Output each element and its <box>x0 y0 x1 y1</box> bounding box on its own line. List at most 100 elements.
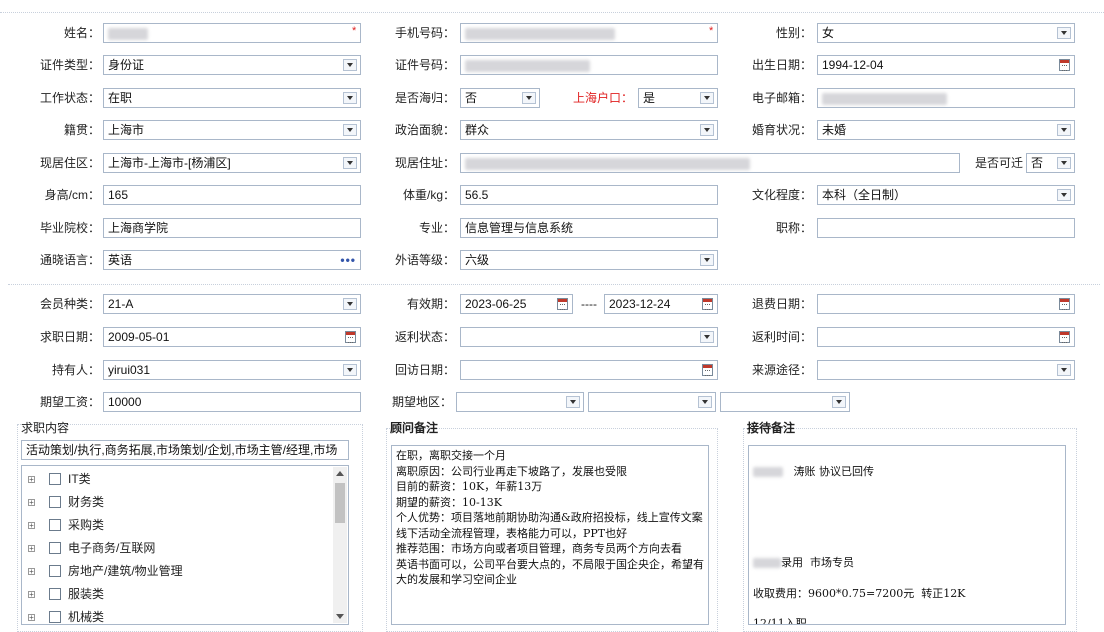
id-type-select[interactable]: 身份证 <box>103 55 361 75</box>
chevron-down-icon[interactable] <box>1057 364 1071 376</box>
calendar-icon[interactable] <box>702 364 713 376</box>
hukou-select[interactable]: 是 <box>638 88 718 108</box>
chevron-down-icon[interactable] <box>700 124 714 136</box>
calendar-icon[interactable] <box>1059 59 1070 71</box>
language-field[interactable]: 英语 ••• <box>103 250 361 270</box>
visit-date-field[interactable] <box>460 360 718 380</box>
expand-icon[interactable]: + <box>28 614 35 622</box>
political-select[interactable]: 群众 <box>460 120 718 140</box>
job-category-tree[interactable]: + IT类 + 财务类 + 采购类 + 电子商务/互联网 + 房地产/建筑/物业管理 + 服… <box>21 465 349 625</box>
phone-field[interactable] <box>460 23 718 43</box>
chevron-down-icon[interactable] <box>343 59 357 71</box>
calendar-icon[interactable] <box>702 298 713 310</box>
work-status-select[interactable]: 在职 <box>103 88 361 108</box>
marital-select[interactable]: 未婚 <box>817 120 1075 140</box>
expand-icon[interactable]: + <box>28 522 35 530</box>
scroll-up-icon[interactable] <box>336 471 344 476</box>
tree-item[interactable]: + 采购类 <box>22 514 348 537</box>
source-select[interactable] <box>817 360 1075 380</box>
checkbox[interactable] <box>49 588 61 600</box>
job-date-field[interactable]: 2009-05-01 <box>103 327 361 347</box>
major-field[interactable]: 信息管理与信息系统 <box>460 218 718 238</box>
school-field[interactable]: 上海商学院 <box>103 218 361 238</box>
region-province-select[interactable] <box>456 392 584 412</box>
tree-item[interactable]: + 财务类 <box>22 491 348 514</box>
holder-value: yirui031 <box>108 363 151 377</box>
returnee-select[interactable]: 否 <box>460 88 540 108</box>
language-level-select[interactable]: 六级 <box>460 250 718 270</box>
id-number-field[interactable] <box>460 55 718 75</box>
top-divider <box>0 12 1104 13</box>
chevron-down-icon[interactable] <box>700 254 714 266</box>
checkbox[interactable] <box>49 496 61 508</box>
expand-icon[interactable]: + <box>28 568 35 576</box>
checkbox[interactable] <box>49 542 61 554</box>
chevron-down-icon[interactable] <box>343 92 357 104</box>
reception-line-4: 12/11入职 <box>753 617 807 625</box>
chevron-down-icon[interactable] <box>698 396 712 408</box>
rebate-status-label: 返利状态： <box>394 330 455 344</box>
reception-notes-textarea[interactable]: 涛账 协议已回传 录用 市场专员 收取费用：9600*0.75=7200元 转正… <box>748 445 1066 625</box>
expand-icon[interactable]: + <box>28 545 35 553</box>
calendar-icon[interactable] <box>1059 331 1070 343</box>
advisor-notes-textarea[interactable]: 在职，离职交接一个月 离职原因：公司行业再走下坡路了，发展也受限 目前的薪资：1… <box>391 445 709 625</box>
address-field[interactable] <box>460 153 960 173</box>
rebate-status-select[interactable] <box>460 327 718 347</box>
job-content-summary-field[interactable]: 活动策划/执行,商务拓展,市场策划/企划,市场主管/经理,市场 <box>21 440 349 460</box>
chevron-down-icon[interactable] <box>1057 27 1071 39</box>
validity-end-field[interactable]: 2023-12-24 <box>604 294 718 314</box>
chevron-down-icon[interactable] <box>700 92 714 104</box>
region-city-select[interactable] <box>588 392 716 412</box>
education-select[interactable]: 本科（全日制） <box>817 185 1075 205</box>
weight-field[interactable]: 56.5 <box>460 185 718 205</box>
scroll-thumb[interactable] <box>335 483 345 523</box>
tree-item[interactable]: + IT类 <box>22 468 348 491</box>
more-options-icon[interactable]: ••• <box>340 251 356 269</box>
calendar-icon[interactable] <box>557 298 568 310</box>
chevron-down-icon[interactable] <box>700 331 714 343</box>
tree-item[interactable]: + 房地产/建筑/物业管理 <box>22 560 348 583</box>
height-field[interactable]: 165 <box>103 185 361 205</box>
job-title-field[interactable] <box>817 218 1075 238</box>
calendar-icon[interactable] <box>345 331 356 343</box>
checkbox[interactable] <box>49 473 61 485</box>
checkbox[interactable] <box>49 519 61 531</box>
expand-icon[interactable]: + <box>28 476 35 484</box>
chevron-down-icon[interactable] <box>343 157 357 169</box>
name-field[interactable] <box>103 23 361 43</box>
chevron-down-icon[interactable] <box>343 364 357 376</box>
relocate-select[interactable]: 否 <box>1026 153 1075 173</box>
chevron-down-icon[interactable] <box>1057 157 1071 169</box>
refund-date-field[interactable] <box>817 294 1075 314</box>
expand-icon[interactable]: + <box>28 591 35 599</box>
expand-icon[interactable]: + <box>28 499 35 507</box>
residence-area-select[interactable]: 上海市-上海市-[杨浦区] <box>103 153 361 173</box>
chevron-down-icon[interactable] <box>832 396 846 408</box>
tree-item[interactable]: + 电子商务/互联网 <box>22 537 348 560</box>
gender-select[interactable]: 女 <box>817 23 1075 43</box>
native-place-select[interactable]: 上海市 <box>103 120 361 140</box>
checkbox[interactable] <box>49 611 61 623</box>
chevron-down-icon[interactable] <box>343 298 357 310</box>
holder-select[interactable]: yirui031 <box>103 360 361 380</box>
rebate-time-field[interactable] <box>817 327 1075 347</box>
email-field[interactable] <box>817 88 1075 108</box>
tree-item[interactable]: + 服装类 <box>22 583 348 606</box>
language-level-label: 外语等级： <box>394 253 455 267</box>
chevron-down-icon[interactable] <box>1057 124 1071 136</box>
job-content-summary: 活动策划/执行,商务拓展,市场策划/企划,市场主管/经理,市场 <box>26 443 338 457</box>
chevron-down-icon[interactable] <box>522 92 536 104</box>
scrollbar[interactable] <box>333 467 347 623</box>
scroll-down-icon[interactable] <box>336 614 344 619</box>
chevron-down-icon[interactable] <box>343 124 357 136</box>
checkbox[interactable] <box>49 565 61 577</box>
chevron-down-icon[interactable] <box>1057 189 1071 201</box>
calendar-icon[interactable] <box>1059 298 1070 310</box>
salary-field[interactable]: 10000 <box>103 392 361 412</box>
region-district-select[interactable] <box>720 392 850 412</box>
birth-date-field[interactable]: 1994-12-04 <box>817 55 1075 75</box>
tree-item[interactable]: + 机械类 <box>22 606 348 624</box>
chevron-down-icon[interactable] <box>566 396 580 408</box>
member-type-select[interactable]: 21-A <box>103 294 361 314</box>
validity-start-field[interactable]: 2023-06-25 <box>460 294 573 314</box>
